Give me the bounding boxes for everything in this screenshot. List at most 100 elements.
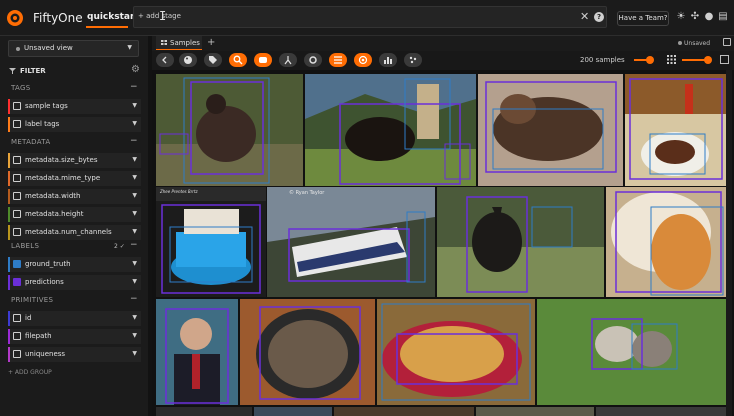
checkbox-checked[interactable] xyxy=(13,260,21,268)
color-bar xyxy=(8,347,10,362)
chevron-down-icon[interactable]: ▼ xyxy=(132,332,137,339)
panel-toggle-icon[interactable] xyxy=(723,38,731,46)
chevron-down-icon[interactable]: ▼ xyxy=(132,210,137,217)
add-tab-button[interactable]: + xyxy=(207,37,215,48)
sample-image-dinner xyxy=(625,74,728,186)
checkbox[interactable] xyxy=(13,350,21,358)
have-a-team-button[interactable]: Have a Team? xyxy=(617,11,669,26)
sidebar-item-metadata-width[interactable]: metadata.width ▼ xyxy=(8,189,141,204)
slack-icon[interactable]: ✣ xyxy=(689,11,701,22)
sample-tile[interactable] xyxy=(596,407,728,416)
sample-tile-cat-bowl[interactable] xyxy=(240,299,375,405)
collapse-primitives-icon[interactable]: − xyxy=(130,294,138,304)
collapse-metadata-icon[interactable]: − xyxy=(130,136,138,146)
sample-tile-person[interactable] xyxy=(156,299,238,405)
close-icon[interactable]: ✕ xyxy=(580,10,589,23)
sidebar-item-predictions[interactable]: predictions ▼ xyxy=(8,275,141,290)
sidebar-item-label-tags[interactable]: label tags ▼ xyxy=(8,117,141,132)
search-icon xyxy=(233,55,243,65)
sample-tile-bird[interactable] xyxy=(156,74,303,186)
sidebar-item-filepath[interactable]: filepath ▼ xyxy=(8,329,141,344)
checkbox[interactable] xyxy=(13,210,21,218)
sample-tile-train[interactable]: © Ryan Taylor xyxy=(267,187,435,297)
sidebar-item-ground-truth[interactable]: ground_truth ▼ xyxy=(8,257,141,272)
sample-tile-cow[interactable] xyxy=(437,187,604,297)
color-scheme-button[interactable] xyxy=(179,53,197,67)
sidebar-item-metadata-height[interactable]: metadata.height ▼ xyxy=(8,207,141,222)
sample-tile-cat[interactable] xyxy=(478,74,623,186)
expand-icon[interactable] xyxy=(720,55,729,64)
sample-tile-cat-orange[interactable] xyxy=(606,187,728,297)
sidebar-item-metadata-num-channels[interactable]: metadata.num_channels ▼ xyxy=(8,225,141,240)
histograms-button[interactable] xyxy=(379,53,397,67)
sample-tile-dogs[interactable] xyxy=(537,299,728,405)
chevron-down-icon[interactable]: ▼ xyxy=(132,260,137,267)
chevron-down-icon[interactable]: ▼ xyxy=(132,156,137,163)
checkbox[interactable] xyxy=(13,156,21,164)
sample-tile-pizza[interactable] xyxy=(377,299,535,405)
chevron-down-icon[interactable]: ▼ xyxy=(132,102,137,109)
tag-button[interactable] xyxy=(204,53,222,67)
operators-button[interactable] xyxy=(354,53,372,67)
sample-tile[interactable] xyxy=(254,407,332,416)
labels-selected-count[interactable]: 2 ✓ xyxy=(114,243,125,250)
search-button[interactable] xyxy=(229,53,247,67)
chevron-down-icon[interactable]: ▼ xyxy=(132,174,137,181)
sample-tile[interactable] xyxy=(476,407,594,416)
sample-tile[interactable] xyxy=(156,407,252,416)
zoom-slider-knob[interactable] xyxy=(704,56,712,64)
sample-tile-dinner[interactable] xyxy=(625,74,728,186)
settings-button[interactable] xyxy=(304,53,322,67)
collapse-tags-icon[interactable]: − xyxy=(130,82,138,92)
patches-button[interactable] xyxy=(254,53,272,67)
fiftyone-logo-icon[interactable] xyxy=(6,9,28,27)
sample-image-train xyxy=(267,187,435,297)
sidebar: Unsaved view ▼ FILTER ⚙ TAGS − sample ta… xyxy=(0,36,148,416)
sidebar-item-id[interactable]: id ▼ xyxy=(8,311,141,326)
sidebar-item-metadata-size-bytes[interactable]: metadata.size_bytes ▼ xyxy=(8,153,141,168)
section-tags: TAGS xyxy=(11,84,31,92)
sidebar-item-uniqueness[interactable]: uniqueness ▼ xyxy=(8,347,141,362)
sidebar-item-label: sample tags xyxy=(25,102,68,110)
sidebar-item-sample-tags[interactable]: sample tags ▼ xyxy=(8,99,141,114)
checkbox[interactable] xyxy=(13,102,21,110)
collapse-labels-icon[interactable]: − xyxy=(130,240,138,250)
arrow-left-icon xyxy=(162,56,167,64)
checkbox[interactable] xyxy=(13,332,21,340)
chevron-down-icon[interactable]: ▼ xyxy=(132,278,137,285)
view-bar[interactable]: + add stage I ✕ ? xyxy=(133,6,607,28)
chevron-down-icon[interactable]: ▼ xyxy=(132,350,137,357)
docs-icon[interactable]: ▤ xyxy=(717,11,729,22)
scatter-icon xyxy=(409,56,417,64)
sample-tile-cake[interactable]: Zhee Prentes Brrtz xyxy=(156,187,266,297)
grid-scrollbar[interactable] xyxy=(726,70,732,416)
sample-tile[interactable] xyxy=(334,407,474,416)
back-button[interactable] xyxy=(156,53,174,67)
chevron-down-icon[interactable]: ▼ xyxy=(132,192,137,199)
add-group-button[interactable]: + ADD GROUP xyxy=(8,369,52,376)
chevron-down-icon[interactable]: ▼ xyxy=(132,228,137,235)
similarity-button[interactable] xyxy=(279,53,297,67)
chevron-down-icon[interactable]: ▼ xyxy=(132,120,137,127)
grid-view-icon[interactable] xyxy=(667,55,676,64)
checkbox[interactable] xyxy=(13,192,21,200)
checkbox[interactable] xyxy=(13,314,21,322)
sidebar-item-metadata-mime-type[interactable]: metadata.mime_type ▼ xyxy=(8,171,141,186)
checkbox-checked[interactable] xyxy=(13,278,21,286)
slider-knob[interactable] xyxy=(646,56,654,64)
embeddings-button[interactable] xyxy=(404,53,422,67)
list-button[interactable] xyxy=(329,53,347,67)
samples-grid: Zhee Prentes Brrtz © Ryan Taylor xyxy=(152,70,734,416)
sun-icon[interactable]: ☀ xyxy=(675,11,687,22)
chevron-down-icon[interactable]: ▼ xyxy=(132,314,137,321)
tab-samples[interactable]: Samples xyxy=(156,36,202,50)
dataset-selector[interactable]: quickstart xyxy=(87,12,139,22)
help-icon[interactable]: ? xyxy=(594,12,604,22)
gear-icon[interactable]: ⚙ xyxy=(131,64,140,75)
checkbox[interactable] xyxy=(13,174,21,182)
checkbox[interactable] xyxy=(13,228,21,236)
github-icon[interactable]: ● xyxy=(703,11,715,22)
checkbox[interactable] xyxy=(13,120,21,128)
saved-view-select[interactable]: Unsaved view ▼ xyxy=(8,40,139,57)
sample-tile-horse[interactable] xyxy=(305,74,476,186)
